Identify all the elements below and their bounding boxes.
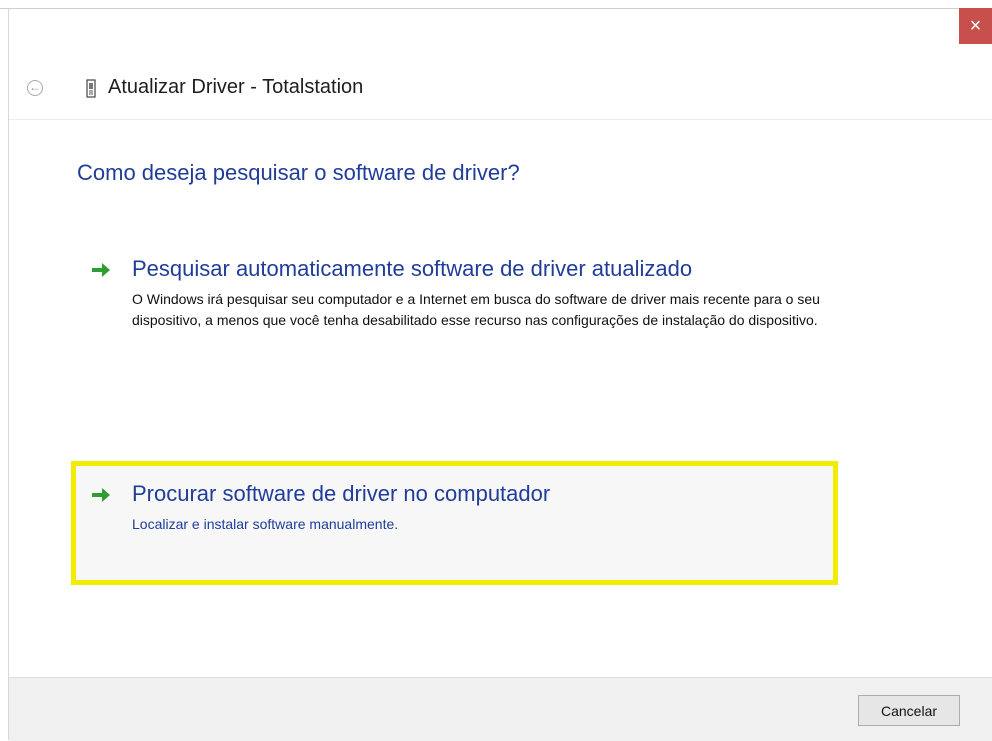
close-button[interactable]: × xyxy=(959,8,992,44)
dialog-footer xyxy=(9,677,992,741)
option-description: O Windows irá pesquisar seu computador e… xyxy=(132,291,820,328)
close-icon: × xyxy=(969,14,982,37)
back-arrow-icon[interactable]: ← xyxy=(27,80,43,96)
page-heading: Como deseja pesquisar o software de driv… xyxy=(77,160,520,185)
option-title: Procurar software de driver no computado… xyxy=(132,481,551,506)
update-driver-dialog: × ← Atualizar Driver - Totalstation Como… xyxy=(0,0,992,741)
option-title: Pesquisar automaticamente software de dr… xyxy=(132,256,693,281)
header-divider xyxy=(9,119,992,120)
dialog-title: Atualizar Driver - Totalstation xyxy=(108,76,364,98)
option-browse-computer[interactable]: Procurar software de driver no computado… xyxy=(82,481,832,561)
cancel-label: Cancelar xyxy=(880,702,938,719)
option-description: Localizar e instalar software manualment… xyxy=(132,516,399,532)
cancel-button[interactable]: Cancelar xyxy=(858,695,960,726)
device-icon xyxy=(86,79,96,98)
green-arrow-icon xyxy=(92,263,110,277)
option-search-automatically[interactable]: Pesquisar automaticamente software de dr… xyxy=(82,256,832,366)
window-top-border xyxy=(0,8,992,9)
green-arrow-icon xyxy=(92,488,110,502)
